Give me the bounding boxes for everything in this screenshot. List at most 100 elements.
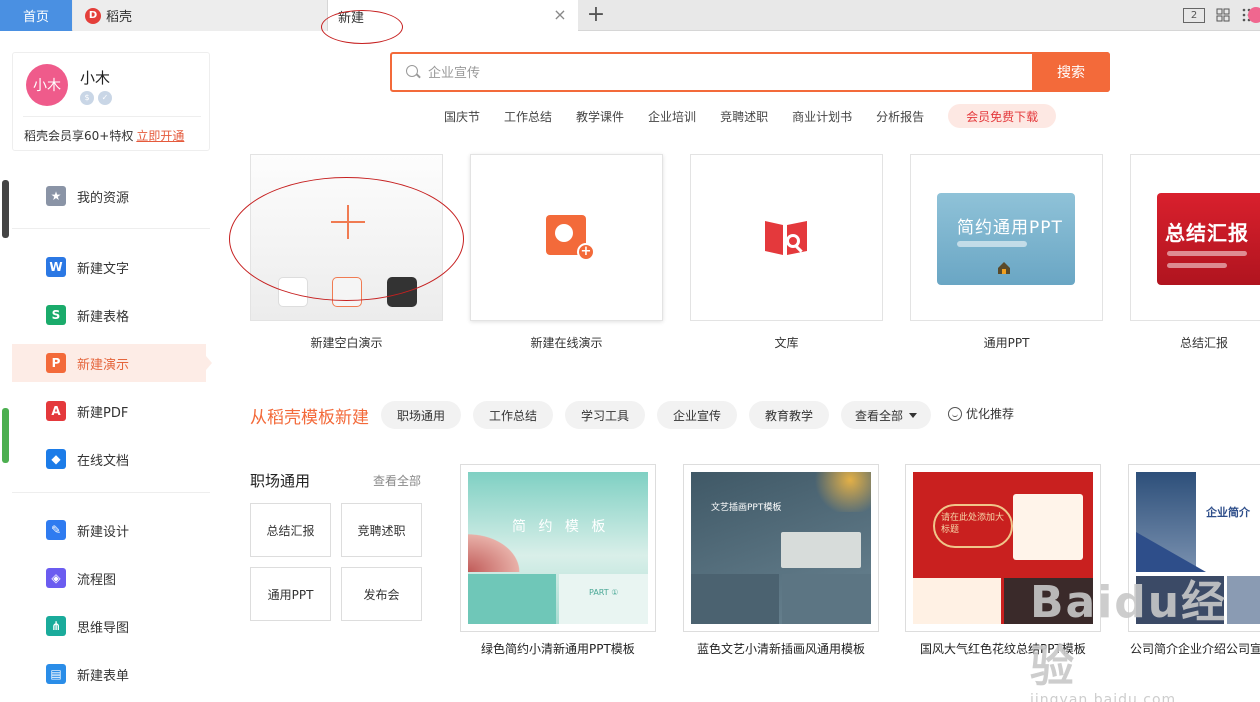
sidebar-item-new-writer[interactable]: W 新建文字	[12, 248, 206, 286]
card-label: 新建空白演示	[310, 336, 383, 350]
level-badge-icon: $	[80, 91, 94, 105]
library-book-icon	[765, 221, 807, 255]
user-badges: $ ✓	[80, 91, 112, 105]
app-window: 首页 D 稻壳 新建 × + 2 小木 小木 $ ✓ 稻壳会员享60+特权 立即开…	[0, 0, 1260, 702]
template-card[interactable]: 简 约 模 板 PART ①	[460, 464, 656, 632]
account-avatar-icon[interactable]	[1248, 7, 1260, 23]
user-card-divider	[23, 116, 201, 117]
general-ppt-card[interactable]: 简约通用PPT	[910, 154, 1103, 321]
tab-daoke[interactable]: D 稻壳	[73, 0, 328, 31]
thumb-title: 总结汇报	[1165, 221, 1249, 245]
sidebar-divider	[12, 228, 210, 229]
sidebar-item-new-presentation[interactable]: P 新建演示	[12, 344, 212, 382]
design-icon: ✎	[46, 520, 66, 540]
baidu-watermark: Baidu经验 jingyan.baidu.com	[1030, 566, 1260, 702]
sidebar-item-new-form[interactable]: ▤ 新建表单	[12, 655, 206, 693]
hot-tag[interactable]: 商业计划书	[792, 108, 852, 125]
sidebar-item-label: 流程图	[77, 572, 117, 588]
vip-badge-icon: ✓	[98, 91, 112, 105]
hot-tag[interactable]: 教学课件	[576, 108, 624, 125]
sidebar-item-label: 在线文档	[77, 453, 130, 469]
category-pill[interactable]: 企业宣传	[657, 401, 737, 429]
subcategory-button[interactable]: 总结汇报	[250, 503, 331, 557]
sidebar-item-label: 思维导图	[77, 620, 130, 636]
user-name: 小木	[80, 69, 111, 87]
caret-down-icon	[909, 412, 917, 418]
sidebar-item-my-resources[interactable]: ★ 我的资源	[12, 177, 206, 215]
mindmap-icon: ⋔	[46, 616, 66, 636]
vip-open-link[interactable]: 立即开通	[136, 129, 184, 143]
category-pill[interactable]: 职场通用	[381, 401, 461, 429]
hot-tag[interactable]: 工作总结	[504, 108, 552, 125]
slide-preview	[468, 574, 556, 624]
grid-view-icon[interactable]	[1213, 6, 1233, 24]
hot-tag[interactable]: 竞聘述职	[720, 108, 768, 125]
sidebar-item-flowchart[interactable]: ◈ 流程图	[12, 559, 206, 597]
sidebar-item-label: 新建设计	[77, 524, 130, 540]
search-input[interactable]	[428, 62, 1028, 84]
thumb-title: 请在此处添加大标题	[941, 513, 1005, 535]
sidebar-item-new-pdf[interactable]: A 新建PDF	[12, 392, 206, 430]
open-book-decoration	[781, 532, 861, 568]
s-icon: S	[46, 305, 66, 325]
pdf-icon: A	[46, 401, 66, 421]
template-card[interactable]: 文艺插画PPT模板	[683, 464, 879, 632]
card-label: 通用PPT	[983, 336, 1030, 350]
annotation-circle	[229, 177, 464, 301]
slide-preview: PART ①	[559, 574, 648, 624]
tab-home[interactable]: 首页	[0, 0, 72, 31]
category-pill[interactable]: 教育教学	[749, 401, 829, 429]
thumb-title: 文艺插画PPT模板	[711, 503, 782, 513]
cloud-doc-icon: ◆	[46, 449, 66, 469]
search-button[interactable]: 搜索	[1032, 52, 1110, 92]
new-online-presentation-card[interactable]: +	[470, 154, 663, 321]
category-pill[interactable]: 学习工具	[565, 401, 645, 429]
library-card[interactable]	[690, 154, 883, 321]
sidebar-item-new-sheet[interactable]: S 新建表格	[12, 296, 206, 334]
see-all-link[interactable]: 查看全部	[373, 472, 421, 489]
subcategory-button[interactable]: 发布会	[341, 567, 422, 621]
sidebar-item-label: 新建PDF	[77, 405, 129, 421]
watermark-main: Baidu经验	[1030, 577, 1228, 692]
flow-icon: ◈	[46, 568, 66, 588]
slide-part-label: PART ①	[589, 588, 619, 597]
subsection-title: 职场通用	[250, 472, 311, 490]
vip-promo-text: 稻壳会员享60+特权	[24, 129, 134, 143]
sidebar-item-new-design[interactable]: ✎ 新建设计	[12, 511, 206, 549]
hot-tag[interactable]: 分析报告	[876, 108, 924, 125]
annotation-circle	[321, 10, 403, 44]
vip-free-download-button[interactable]: 会员免费下载	[948, 104, 1057, 128]
window-count-icon[interactable]: 2	[1183, 8, 1205, 23]
sidebar-scroll-indicator[interactable]	[2, 180, 9, 238]
new-tab-plus-icon[interactable]: +	[586, 3, 606, 27]
tab-close-icon[interactable]: ×	[552, 7, 568, 23]
daoke-logo-icon: D	[85, 7, 101, 24]
sidebar-scroll-indicator-2[interactable]	[2, 408, 9, 463]
summary-report-card[interactable]: 总结汇报	[1130, 154, 1260, 321]
card-label: 文库	[774, 336, 799, 350]
smile-icon	[948, 406, 962, 421]
thumb-decoration	[957, 241, 1027, 247]
thumb-decoration	[1167, 263, 1227, 268]
category-pill[interactable]: 工作总结	[473, 401, 553, 429]
card-label: 新建在线演示	[530, 336, 603, 350]
thumb-decoration	[1167, 251, 1247, 256]
template-title[interactable]: 绿色简约小清新通用PPT模板	[481, 640, 635, 657]
sidebar-item-label: 我的资源	[77, 190, 130, 206]
subcategory-button[interactable]: 通用PPT	[250, 567, 331, 621]
leaves-decoration	[801, 472, 871, 512]
search-bar: 搜索	[390, 52, 1110, 92]
vip-promo: 稻壳会员享60+特权 立即开通	[24, 127, 184, 144]
view-all-dropdown[interactable]: 查看全部	[841, 401, 931, 429]
optimize-recommend-button[interactable]: 优化推荐	[948, 405, 1014, 422]
hot-tag[interactable]: 国庆节	[444, 108, 480, 125]
template-thumbnail: 简 约 模 板 PART ①	[468, 472, 648, 624]
avatar[interactable]: 小木	[26, 64, 68, 106]
template-title[interactable]: 蓝色文艺小清新插画风通用模板	[697, 640, 865, 657]
hot-tag[interactable]: 企业培训	[648, 108, 696, 125]
hot-tags: 国庆节 工作总结 教学课件 企业培训 竞聘述职 商业计划书 分析报告 会员免费下…	[444, 103, 1057, 129]
subcategory-button[interactable]: 竞聘述职	[341, 503, 422, 557]
sidebar-item-mindmap[interactable]: ⋔ 思维导图	[12, 607, 206, 645]
sidebar-item-online-doc[interactable]: ◆ 在线文档	[12, 440, 206, 478]
sidebar-item-label: 新建表格	[77, 309, 130, 325]
